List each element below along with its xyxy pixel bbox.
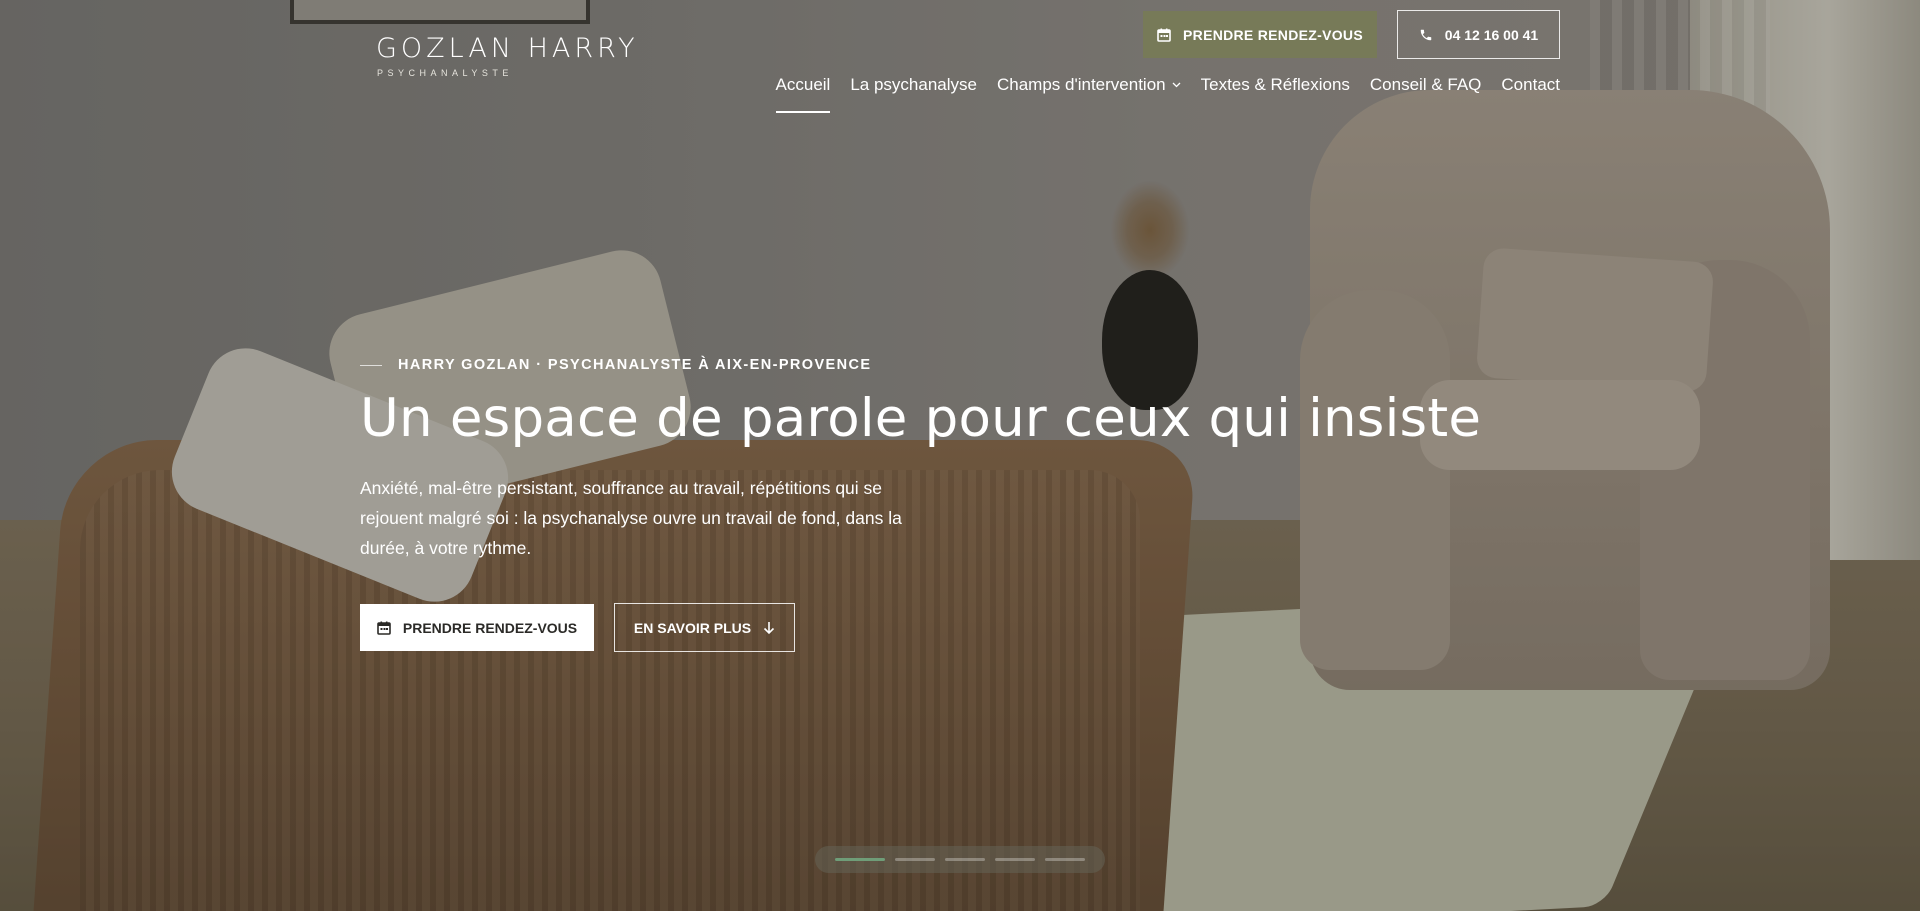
- nav-item-textes-reflexions[interactable]: Textes & Réflexions: [1201, 75, 1350, 115]
- hero-appointment-button[interactable]: PRENDRE RENDEZ-VOUS: [360, 604, 594, 651]
- phone-icon: [1419, 28, 1433, 42]
- nav-item-label: Champs d'intervention: [996, 75, 1166, 94]
- eyebrow-divider: [360, 364, 382, 366]
- hero-title: Un espace de parole pour ceux qui insist…: [360, 388, 1482, 449]
- hero-learn-more-button[interactable]: EN SAVOIR PLUS: [614, 603, 795, 652]
- slider-dot[interactable]: [1045, 858, 1085, 861]
- nav-item-label: Contact: [1501, 75, 1560, 94]
- brand-subtitle: PSYCHANALYSTE: [377, 68, 513, 78]
- nav-item-accueil[interactable]: Accueil: [775, 75, 831, 115]
- slider-dot[interactable]: [995, 858, 1035, 861]
- hero-appointment-label: PRENDRE RENDEZ-VOUS: [402, 619, 578, 636]
- header-phone-button[interactable]: 04 12 16 00 41: [1397, 10, 1560, 59]
- slider-pagination: [815, 846, 1105, 873]
- nav-item-la-psychanalyse[interactable]: La psychanalyse: [850, 75, 977, 115]
- main-navigation: Accueil La psychanalyse Champs d'interve…: [775, 75, 1560, 115]
- arrow-down-icon: [763, 621, 775, 635]
- nav-item-conseil-faq[interactable]: Conseil & FAQ: [1370, 75, 1482, 115]
- slider-dot[interactable]: [895, 858, 935, 861]
- header-phone-number: 04 12 16 00 41: [1444, 26, 1539, 43]
- nav-item-label: La psychanalyse: [850, 75, 977, 94]
- nav-item-label: Conseil & FAQ: [1369, 75, 1482, 94]
- site-logo[interactable]: GOZLAN HARRY PSYCHANALYSTE: [376, 33, 639, 78]
- nav-item-label: Accueil: [775, 75, 831, 94]
- hero-eyebrow: HARRY GOZLAN · PSYCHANALYSTE À AIX-EN-PR…: [360, 357, 871, 373]
- nav-item-contact[interactable]: Contact: [1501, 75, 1560, 115]
- hero-learn-more-label: EN SAVOIR PLUS: [633, 619, 752, 636]
- calendar-icon: [1157, 28, 1171, 42]
- calendar-icon: [377, 621, 391, 635]
- header-appointment-button[interactable]: PRENDRE RENDEZ-VOUS: [1143, 11, 1377, 58]
- nav-item-champs-intervention[interactable]: Champs d'intervention: [997, 75, 1181, 115]
- slider-dot[interactable]: [945, 858, 985, 861]
- hero-background-image: [0, 0, 1920, 911]
- hero-eyebrow-text: HARRY GOZLAN · PSYCHANALYSTE À AIX-EN-PR…: [398, 357, 872, 373]
- hero-description: Anxiété, mal-être persistant, souffrance…: [360, 478, 902, 558]
- brand-name: GOZLAN HARRY: [376, 33, 639, 64]
- chevron-down-icon: [1172, 79, 1181, 91]
- slider-dot[interactable]: [835, 858, 885, 861]
- nav-item-label: Textes & Réflexions: [1200, 75, 1350, 94]
- header-appointment-label: PRENDRE RENDEZ-VOUS: [1183, 26, 1363, 43]
